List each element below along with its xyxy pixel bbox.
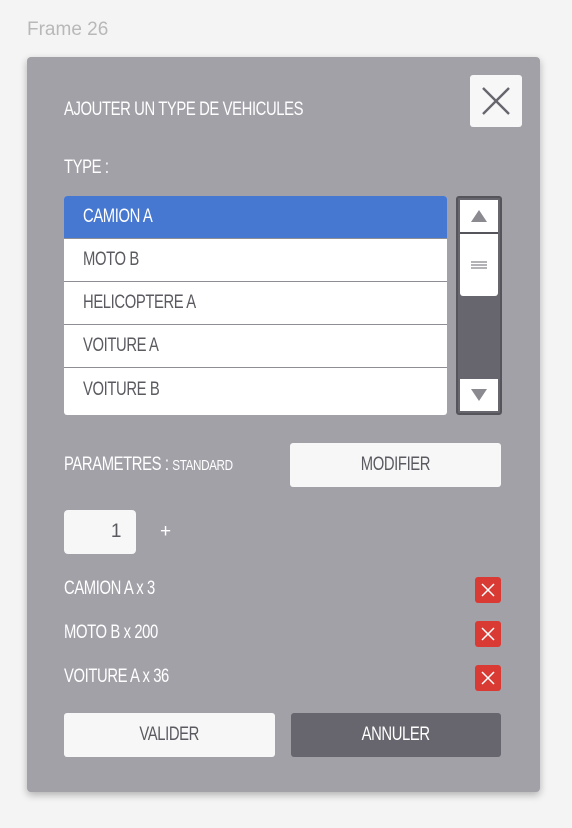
remove-item-button[interactable] <box>475 577 501 603</box>
selected-item-label: CAMION A x 3 <box>64 578 155 599</box>
close-icon <box>481 627 495 641</box>
add-vehicle-type-dialog: AJOUTER UN TYPE DE VEHICULES TYPE : CAMI… <box>27 57 540 792</box>
validate-button-label: VALIDER <box>139 724 200 745</box>
modify-button[interactable]: MODIFIER <box>290 443 501 487</box>
dialog-title: AJOUTER UN TYPE DE VEHICULES <box>64 99 304 120</box>
vehicle-type-list[interactable]: CAMION A MOTO B HELICOPTERE A VOITURE A … <box>64 196 447 415</box>
grip-lines-icon <box>471 261 487 269</box>
list-item[interactable]: VOITURE B <box>64 368 447 411</box>
parameters-value: STANDARD <box>172 457 233 474</box>
selected-item-label: MOTO B x 200 <box>64 622 158 643</box>
validate-button[interactable]: VALIDER <box>64 713 275 757</box>
list-item-label: VOITURE B <box>83 378 160 400</box>
frame-label: Frame 26 <box>27 19 109 40</box>
list-item-label: HELICOPTERE A <box>83 292 196 313</box>
list-item[interactable]: MOTO B <box>64 239 447 282</box>
list-item[interactable]: VOITURE A <box>64 325 447 368</box>
list-item-label: CAMION A <box>83 206 153 227</box>
close-button[interactable] <box>470 75 522 127</box>
list-item[interactable]: CAMION A <box>64 196 447 239</box>
remove-item-button[interactable] <box>475 665 501 691</box>
parameters-label: PARAMETRES : STANDARD <box>64 454 233 476</box>
list-item-label: MOTO B <box>83 249 139 270</box>
cancel-button[interactable]: ANNULER <box>291 713 501 757</box>
add-button[interactable]: + <box>160 521 171 543</box>
close-icon <box>482 87 510 115</box>
modify-button-label: MODIFIER <box>360 454 431 475</box>
triangle-up-icon <box>471 210 487 222</box>
scroll-down-button[interactable] <box>460 379 498 411</box>
selected-item-label: VOITURE A x 36 <box>64 666 169 687</box>
cancel-button-label: ANNULER <box>361 724 431 745</box>
scroll-thumb[interactable] <box>460 234 498 296</box>
list-item-label: VOITURE A <box>83 335 159 356</box>
type-label: TYPE : <box>64 157 109 178</box>
remove-item-button[interactable] <box>475 621 501 647</box>
close-icon <box>481 671 495 685</box>
close-icon <box>481 583 495 597</box>
scroll-up-button[interactable] <box>460 200 498 234</box>
list-item[interactable]: HELICOPTERE A <box>64 282 447 325</box>
triangle-down-icon <box>471 389 487 401</box>
list-scrollbar[interactable] <box>456 196 502 415</box>
parameters-label-text: PARAMETRES : <box>64 454 169 475</box>
quantity-input[interactable]: 1 <box>64 510 136 554</box>
